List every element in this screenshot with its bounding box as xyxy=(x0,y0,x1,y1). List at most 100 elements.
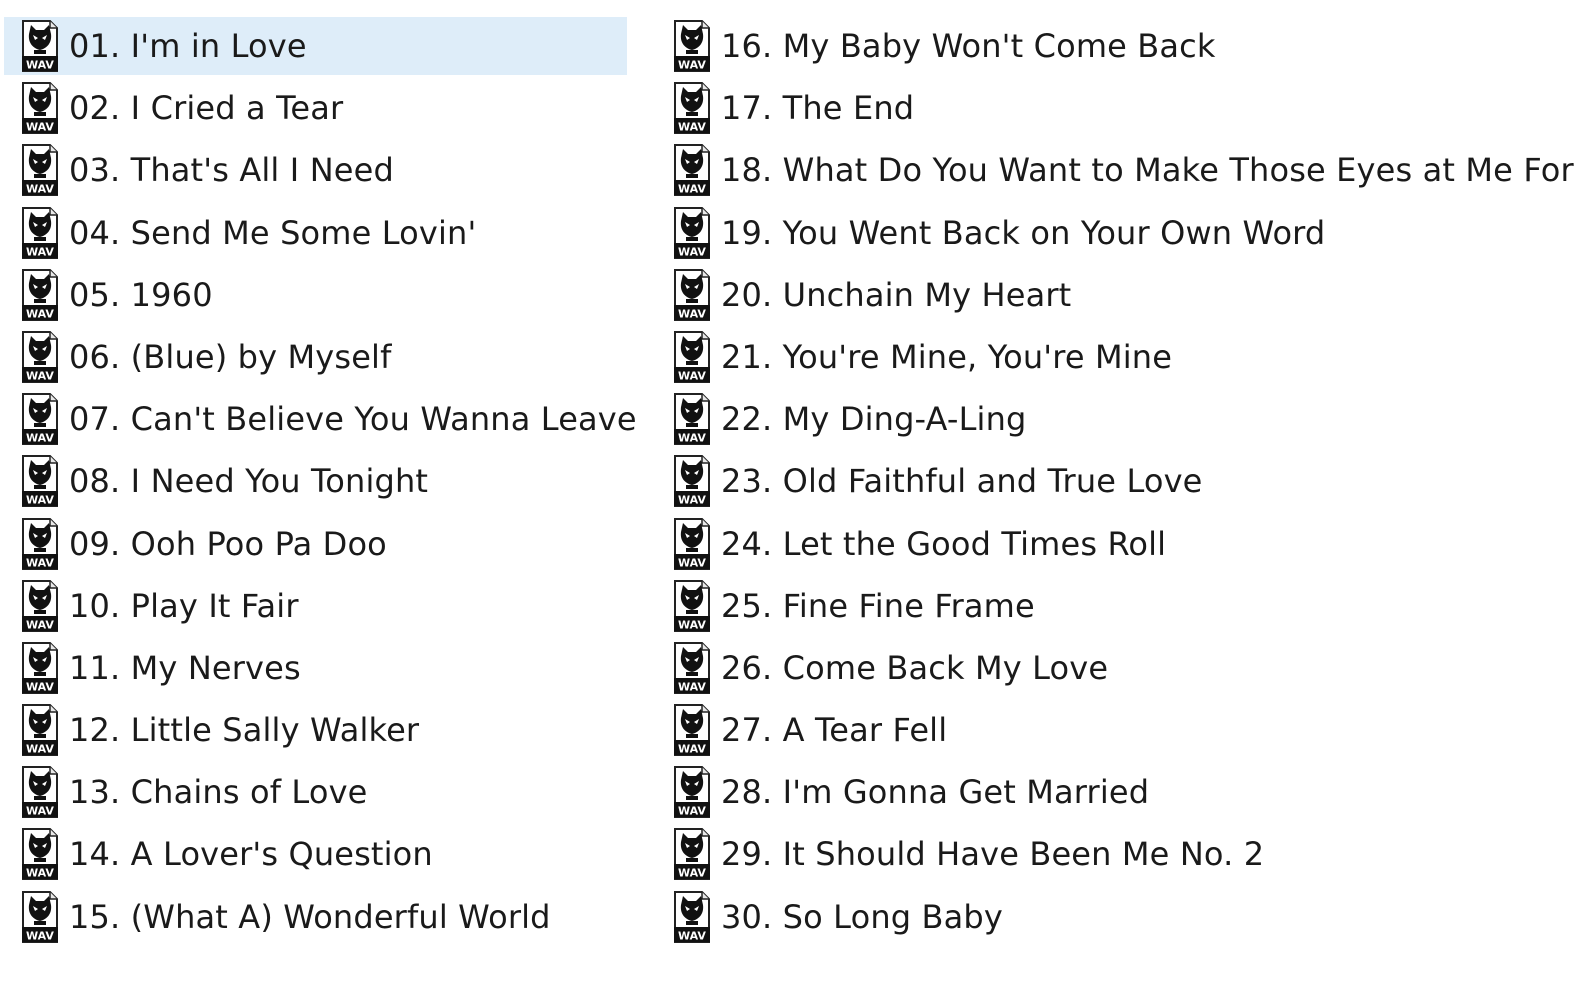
file-item[interactable]: WAV 12. Little Sally Walker xyxy=(4,701,627,759)
svg-text:WAV: WAV xyxy=(26,183,54,196)
file-item[interactable]: WAV 27. A Tear Fell xyxy=(657,701,1577,759)
file-item[interactable]: WAV 07. Can't Believe You Wanna Leave xyxy=(4,390,637,448)
wav-file-icon: WAV xyxy=(22,766,58,819)
svg-text:WAV: WAV xyxy=(678,369,706,382)
file-item[interactable]: WAV 26. Come Back My Love xyxy=(657,639,1577,697)
wav-file-icon: WAV xyxy=(674,20,710,72)
file-name: 03. That's All I Need xyxy=(69,151,394,190)
wav-file-icon: WAV xyxy=(674,268,710,321)
wav-file-icon: WAV xyxy=(22,330,58,383)
file-name: 04. Send Me Some Lovin' xyxy=(69,213,477,252)
file-item[interactable]: WAV 11. My Nerves xyxy=(4,639,627,697)
svg-text:WAV: WAV xyxy=(26,307,54,320)
file-name: 01. I'm in Love xyxy=(69,27,307,65)
file-item[interactable]: WAV 30. So Long Baby xyxy=(657,888,1577,946)
svg-text:WAV: WAV xyxy=(26,929,54,942)
file-item[interactable]: WAV 13. Chains of Love xyxy=(4,763,627,821)
file-name: 07. Can't Believe You Wanna Leave xyxy=(69,400,637,439)
wav-file-icon: WAV xyxy=(22,704,58,757)
file-item[interactable]: WAV 22. My Ding-A-Ling xyxy=(657,390,1577,448)
wav-file-icon: WAV xyxy=(674,517,710,570)
file-name: 26. Come Back My Love xyxy=(721,648,1109,687)
file-item[interactable]: WAV 01. I'm in Love xyxy=(4,17,627,75)
file-list-view: WAV 01. I'm in Love WAV 02. I Cried a Te… xyxy=(0,0,1587,984)
file-name: 10. Play It Fair xyxy=(69,586,299,625)
file-item[interactable]: WAV 24. Let the Good Times Roll xyxy=(657,515,1577,573)
file-name: 02. I Cried a Tear xyxy=(69,89,344,128)
file-item[interactable]: WAV 28. I'm Gonna Get Married xyxy=(657,763,1577,821)
wav-file-icon: WAV xyxy=(674,206,710,259)
file-item[interactable]: WAV 15. (What A) Wonderful World xyxy=(4,888,627,946)
file-item[interactable]: WAV 21. You're Mine, You're Mine xyxy=(657,328,1577,386)
wav-file-icon: WAV xyxy=(674,890,710,943)
wav-file-icon: WAV xyxy=(674,766,710,819)
wav-file-icon: WAV xyxy=(674,579,710,632)
file-name: 06. (Blue) by Myself xyxy=(69,337,392,376)
file-name: 12. Little Sally Walker xyxy=(69,711,420,750)
file-item[interactable]: WAV 06. (Blue) by Myself xyxy=(4,328,627,386)
svg-text:WAV: WAV xyxy=(678,680,706,693)
file-name: 28. I'm Gonna Get Married xyxy=(721,773,1150,812)
file-item[interactable]: WAV 09. Ooh Poo Pa Doo xyxy=(4,515,627,573)
file-item[interactable]: WAV 04. Send Me Some Lovin' xyxy=(4,204,627,262)
wav-file-icon: WAV xyxy=(22,82,58,135)
svg-text:WAV: WAV xyxy=(678,59,706,72)
wav-file-icon: WAV xyxy=(22,268,58,321)
file-name: 20. Unchain My Heart xyxy=(721,275,1072,314)
file-item[interactable]: WAV 17. The End xyxy=(657,79,1577,137)
file-item[interactable]: WAV 02. I Cried a Tear xyxy=(4,79,627,137)
svg-text:WAV: WAV xyxy=(678,432,706,445)
file-name: 23. Old Faithful and True Love xyxy=(721,462,1203,501)
wav-file-icon: WAV xyxy=(674,828,710,881)
file-item[interactable]: WAV 05. 1960 xyxy=(4,266,627,324)
file-column-right: WAV 16. My Baby Won't Come Back WAV 17. … xyxy=(657,17,1577,950)
file-name: 30. So Long Baby xyxy=(721,897,1003,936)
file-name: 19. You Went Back on Your Own Word xyxy=(721,213,1326,252)
svg-text:WAV: WAV xyxy=(678,743,706,756)
svg-text:WAV: WAV xyxy=(26,121,54,134)
wav-file-icon: WAV xyxy=(22,393,58,446)
file-item[interactable]: WAV 10. Play It Fair xyxy=(4,577,627,635)
svg-text:WAV: WAV xyxy=(26,369,54,382)
file-item[interactable]: WAV 19. You Went Back on Your Own Word xyxy=(657,204,1577,262)
file-item[interactable]: WAV 03. That's All I Need xyxy=(4,141,627,199)
file-item[interactable]: WAV 14. A Lover's Question xyxy=(4,825,627,883)
wav-file-icon: WAV xyxy=(22,828,58,881)
wav-file-icon: WAV xyxy=(22,890,58,943)
file-name: 21. You're Mine, You're Mine xyxy=(721,337,1173,376)
svg-text:WAV: WAV xyxy=(26,867,54,880)
wav-file-icon: WAV xyxy=(22,641,58,694)
file-column-left: WAV 01. I'm in Love WAV 02. I Cried a Te… xyxy=(4,17,637,950)
svg-text:WAV: WAV xyxy=(678,805,706,818)
svg-text:WAV: WAV xyxy=(678,245,706,258)
file-item[interactable]: WAV 23. Old Faithful and True Love xyxy=(657,452,1577,510)
file-name: 25. Fine Fine Frame xyxy=(721,586,1035,625)
wav-file-icon: WAV xyxy=(674,704,710,757)
wav-file-icon: WAV xyxy=(22,579,58,632)
file-name: 27. A Tear Fell xyxy=(721,711,948,750)
svg-text:WAV: WAV xyxy=(26,494,54,507)
svg-text:WAV: WAV xyxy=(26,743,54,756)
file-item[interactable]: WAV 29. It Should Have Been Me No. 2 xyxy=(657,825,1577,883)
svg-text:WAV: WAV xyxy=(678,618,706,631)
svg-text:WAV: WAV xyxy=(26,618,54,631)
wav-file-icon: WAV xyxy=(674,82,710,135)
file-item[interactable]: WAV 20. Unchain My Heart xyxy=(657,266,1577,324)
file-name: 17. The End xyxy=(721,89,915,128)
file-name: 13. Chains of Love xyxy=(69,773,368,812)
wav-file-icon: WAV xyxy=(22,517,58,570)
file-name: 24. Let the Good Times Roll xyxy=(721,524,1167,563)
file-item[interactable]: WAV 25. Fine Fine Frame xyxy=(657,577,1577,635)
wav-file-icon: WAV xyxy=(674,393,710,446)
svg-text:WAV: WAV xyxy=(678,929,706,942)
file-name: 05. 1960 xyxy=(69,275,213,314)
wav-file-icon: WAV xyxy=(22,20,58,72)
file-name: 11. My Nerves xyxy=(69,648,301,687)
file-name: 09. Ooh Poo Pa Doo xyxy=(69,524,387,563)
file-name: 22. My Ding-A-Ling xyxy=(721,400,1027,439)
file-item[interactable]: WAV 16. My Baby Won't Come Back xyxy=(657,17,1577,75)
file-item[interactable]: WAV 18. What Do You Want to Make Those E… xyxy=(657,141,1577,199)
svg-text:WAV: WAV xyxy=(678,494,706,507)
file-item[interactable]: WAV 08. I Need You Tonight xyxy=(4,452,627,510)
svg-text:WAV: WAV xyxy=(678,121,706,134)
